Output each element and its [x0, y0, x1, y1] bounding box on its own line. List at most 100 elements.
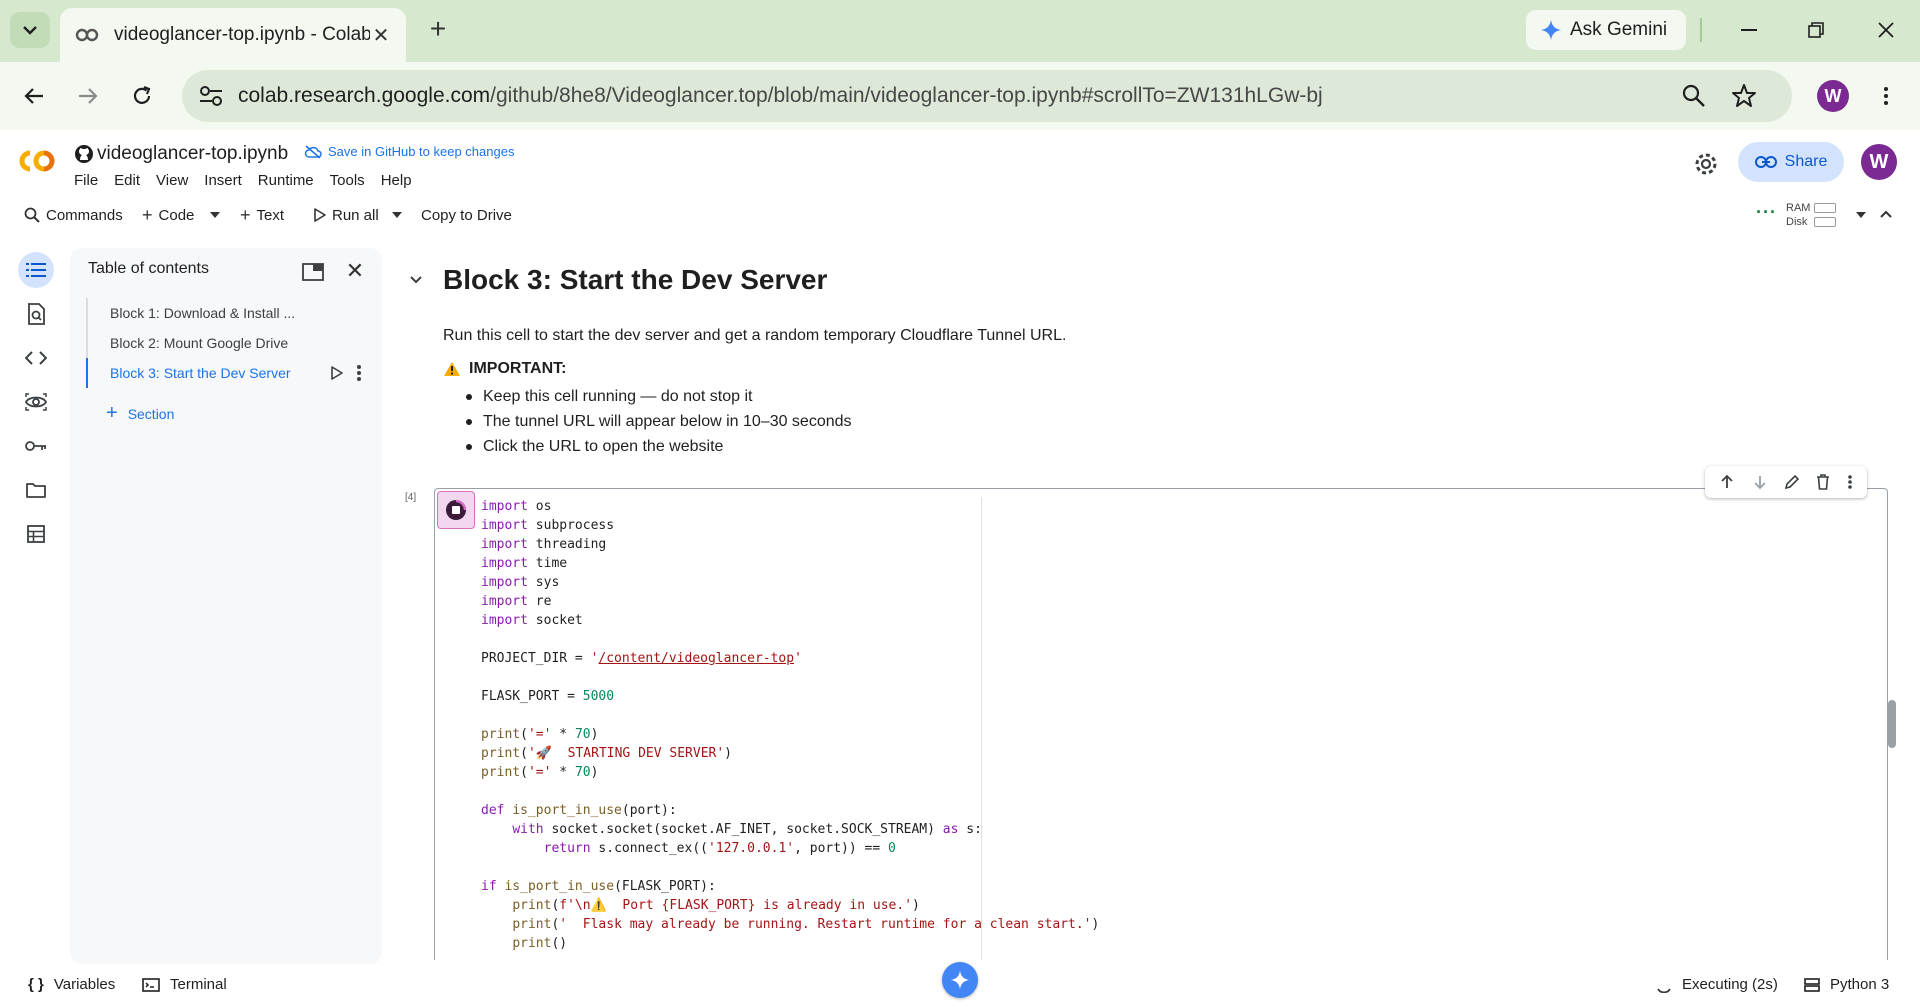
search-icon — [24, 207, 40, 223]
toc-close-icon[interactable]: ✕ — [342, 258, 368, 284]
menu-edit[interactable]: Edit — [114, 172, 150, 189]
open-in-tab-icon[interactable] — [300, 260, 326, 284]
plus-icon: + — [142, 204, 153, 225]
find-replace-button[interactable] — [18, 296, 54, 332]
runtime-type[interactable]: Python 3 — [1804, 976, 1889, 993]
bookmark-star-icon[interactable] — [1730, 82, 1758, 110]
code-cell[interactable]: import os import subprocess import threa… — [434, 488, 1888, 960]
cell-running-button[interactable] — [437, 491, 475, 529]
ask-gemini-button[interactable]: Ask Gemini — [1526, 10, 1686, 50]
tab-search-button[interactable] — [10, 12, 50, 48]
commands-label: Commands — [46, 206, 123, 224]
toc-item-block-1[interactable]: Block 1: Download & Install ... — [84, 298, 374, 328]
url-text: colab.research.google.com/github/8he8/Vi… — [238, 84, 1323, 108]
code-brackets-icon — [25, 351, 47, 365]
menu-insert[interactable]: Insert — [204, 172, 252, 189]
gemini-spark-icon — [1541, 20, 1561, 40]
more-vert-icon[interactable] — [356, 364, 362, 382]
add-section-button[interactable]: + Section — [106, 402, 174, 425]
menu-runtime[interactable]: Runtime — [258, 172, 324, 189]
chevron-up-icon[interactable] — [1880, 210, 1892, 218]
move-up-icon[interactable] — [1719, 474, 1735, 490]
more-vert-icon[interactable] — [1847, 474, 1853, 490]
menu-view[interactable]: View — [156, 172, 198, 189]
chevron-down-icon — [23, 26, 37, 35]
back-button[interactable] — [16, 78, 52, 114]
address-bar[interactable]: colab.research.google.com/github/8he8/Vi… — [182, 70, 1792, 122]
secrets-button[interactable] — [18, 428, 54, 464]
run-all-button[interactable]: Run all — [314, 203, 379, 227]
list-item: The tunnel URL will appear below in 10–3… — [462, 409, 852, 434]
play-outline-icon[interactable] — [330, 366, 344, 380]
commands-button[interactable]: Commands — [24, 203, 123, 227]
folder-icon — [26, 483, 46, 498]
variables-label: Variables — [53, 976, 116, 993]
warning-icon — [444, 362, 460, 376]
execution-status[interactable]: Executing (2s) — [1656, 976, 1778, 993]
toc-indent-bar — [86, 298, 88, 328]
add-section-label: Section — [127, 405, 175, 422]
notebook-content: Block 3: Start the Dev Server Run this c… — [384, 248, 1920, 960]
edit-icon[interactable] — [1784, 474, 1800, 490]
caret-down-icon[interactable] — [1856, 212, 1866, 218]
run-all-dropdown[interactable] — [392, 203, 402, 227]
move-down-icon[interactable] — [1752, 474, 1768, 490]
url-path: /github/8he8/Videoglancer.top/blob/main/… — [490, 84, 1323, 107]
add-text-button[interactable]: + Text — [240, 203, 284, 227]
minimize-button[interactable] — [1729, 14, 1769, 46]
menu-file[interactable]: File — [74, 172, 108, 189]
find-in-page-icon — [28, 303, 45, 325]
copy-to-drive-label: Copy to Drive — [421, 206, 512, 224]
menu-tools[interactable]: Tools — [330, 172, 375, 189]
terminal-button[interactable]: Terminal — [142, 976, 227, 993]
variable-inspector-button[interactable] — [18, 384, 54, 420]
toc-item-block-2[interactable]: Block 2: Mount Google Drive — [84, 328, 374, 358]
site-info-icon[interactable] — [196, 82, 226, 110]
server-icon — [1804, 977, 1820, 992]
table-of-contents-button[interactable] — [18, 252, 54, 288]
add-code-button[interactable]: + Code — [142, 203, 194, 227]
scrollbar[interactable] — [1888, 700, 1896, 748]
files-button[interactable] — [18, 472, 54, 508]
reload-button[interactable] — [124, 78, 160, 114]
markdown-paragraph: Run this cell to start the dev server an… — [443, 327, 1067, 344]
delete-icon[interactable] — [1816, 474, 1830, 490]
gemini-assistant-button[interactable] — [942, 962, 978, 998]
share-button[interactable]: Share — [1738, 142, 1844, 182]
table-icon — [27, 525, 45, 543]
save-in-github-link[interactable]: Save in GitHub to keep changes — [304, 144, 514, 159]
eye-icon — [25, 393, 47, 411]
resources-indicator[interactable]: ··· RAM Disk — [1754, 200, 1894, 230]
chevron-down-icon[interactable] — [408, 272, 424, 288]
gear-icon[interactable] — [1692, 150, 1720, 178]
code-editor[interactable]: import os import subprocess import threa… — [481, 497, 1099, 953]
colab-logo-icon[interactable] — [16, 148, 58, 174]
browser-navigation-bar: colab.research.google.com/github/8he8/Vi… — [0, 62, 1920, 130]
add-text-label: Text — [256, 206, 285, 224]
notebook-title[interactable]: videoglancer-top.ipynb — [97, 143, 288, 165]
disk-usage-bar — [1814, 217, 1836, 227]
list-icon — [26, 263, 46, 277]
zoom-icon[interactable] — [1680, 82, 1708, 110]
window-close-button[interactable] — [1866, 14, 1906, 46]
new-tab-button[interactable]: + — [422, 14, 454, 46]
toc-indent-bar — [86, 328, 88, 358]
data-table-button[interactable] — [18, 516, 54, 552]
menu-help[interactable]: Help — [381, 172, 422, 189]
account-avatar[interactable]: W — [1861, 144, 1897, 180]
forward-button[interactable] — [70, 78, 106, 114]
add-code-dropdown[interactable] — [210, 203, 220, 227]
code-snippets-button[interactable] — [18, 340, 54, 376]
tab-close-icon[interactable]: ✕ — [370, 24, 392, 47]
toc-item-label: Block 3: Start the Dev Server — [110, 365, 291, 381]
browser-menu-button[interactable] — [1872, 80, 1900, 112]
variables-button[interactable]: { } Variables — [28, 976, 115, 993]
toc-item-block-3[interactable]: Block 3: Start the Dev Server — [84, 358, 374, 388]
run-all-label: Run all — [332, 206, 379, 224]
profile-avatar[interactable]: W — [1817, 80, 1849, 112]
stop-running-icon — [446, 499, 467, 520]
copy-to-drive-button[interactable]: Copy to Drive — [421, 203, 512, 227]
restore-button[interactable] — [1796, 14, 1836, 46]
browser-tab-active[interactable]: videoglancer-top.ipynb - Colab ✕ — [60, 8, 406, 62]
section-heading: Block 3: Start the Dev Server — [443, 264, 828, 295]
